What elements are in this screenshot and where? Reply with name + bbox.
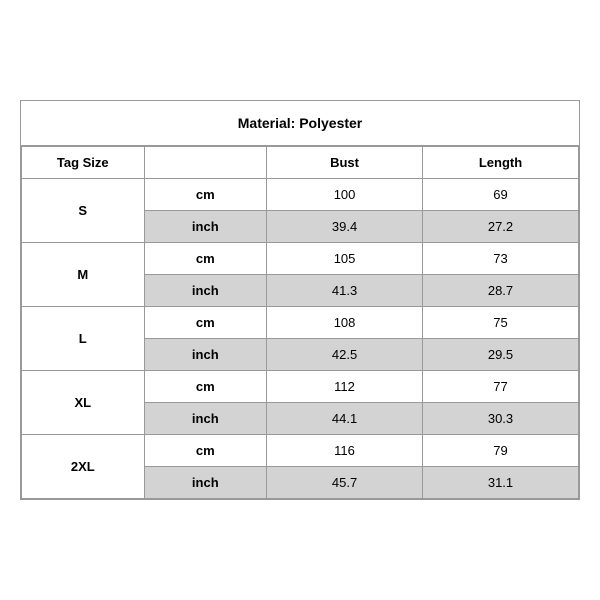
bust-cm: 100 bbox=[267, 179, 423, 211]
length-cm: 73 bbox=[423, 243, 579, 275]
tag-size-label: 2XL bbox=[22, 435, 145, 499]
length-inch: 30.3 bbox=[423, 403, 579, 435]
length-cm: 75 bbox=[423, 307, 579, 339]
unit-cm: cm bbox=[144, 435, 267, 467]
length-cm: 69 bbox=[423, 179, 579, 211]
unit-inch: inch bbox=[144, 403, 267, 435]
unit-inch: inch bbox=[144, 275, 267, 307]
table-row: XL cm 112 77 bbox=[22, 371, 579, 403]
tag-size-label: M bbox=[22, 243, 145, 307]
unit-cm: cm bbox=[144, 307, 267, 339]
length-inch: 29.5 bbox=[423, 339, 579, 371]
chart-title: Material: Polyester bbox=[21, 101, 579, 146]
bust-cm: 112 bbox=[267, 371, 423, 403]
bust-cm: 108 bbox=[267, 307, 423, 339]
unit-cm: cm bbox=[144, 371, 267, 403]
bust-inch: 44.1 bbox=[267, 403, 423, 435]
header-tag-size: Tag Size bbox=[22, 147, 145, 179]
tag-size-label: L bbox=[22, 307, 145, 371]
length-cm: 77 bbox=[423, 371, 579, 403]
bust-cm: 116 bbox=[267, 435, 423, 467]
bust-inch: 41.3 bbox=[267, 275, 423, 307]
table-row: 2XL cm 116 79 bbox=[22, 435, 579, 467]
bust-cm: 105 bbox=[267, 243, 423, 275]
header-length: Length bbox=[423, 147, 579, 179]
bust-inch: 42.5 bbox=[267, 339, 423, 371]
length-inch: 27.2 bbox=[423, 211, 579, 243]
tag-size-label: S bbox=[22, 179, 145, 243]
length-inch: 31.1 bbox=[423, 467, 579, 499]
table-row: S cm 100 69 bbox=[22, 179, 579, 211]
bust-inch: 39.4 bbox=[267, 211, 423, 243]
header-row: Tag Size Bust Length bbox=[22, 147, 579, 179]
header-unit bbox=[144, 147, 267, 179]
length-cm: 79 bbox=[423, 435, 579, 467]
unit-inch: inch bbox=[144, 211, 267, 243]
size-chart: Material: Polyester Tag Size Bust Length… bbox=[20, 100, 580, 500]
length-inch: 28.7 bbox=[423, 275, 579, 307]
unit-inch: inch bbox=[144, 339, 267, 371]
table-row: M cm 105 73 bbox=[22, 243, 579, 275]
header-bust: Bust bbox=[267, 147, 423, 179]
tag-size-label: XL bbox=[22, 371, 145, 435]
size-table: Tag Size Bust Length S cm 100 69 inch 39… bbox=[21, 146, 579, 499]
unit-cm: cm bbox=[144, 179, 267, 211]
table-row: L cm 108 75 bbox=[22, 307, 579, 339]
bust-inch: 45.7 bbox=[267, 467, 423, 499]
unit-inch: inch bbox=[144, 467, 267, 499]
unit-cm: cm bbox=[144, 243, 267, 275]
